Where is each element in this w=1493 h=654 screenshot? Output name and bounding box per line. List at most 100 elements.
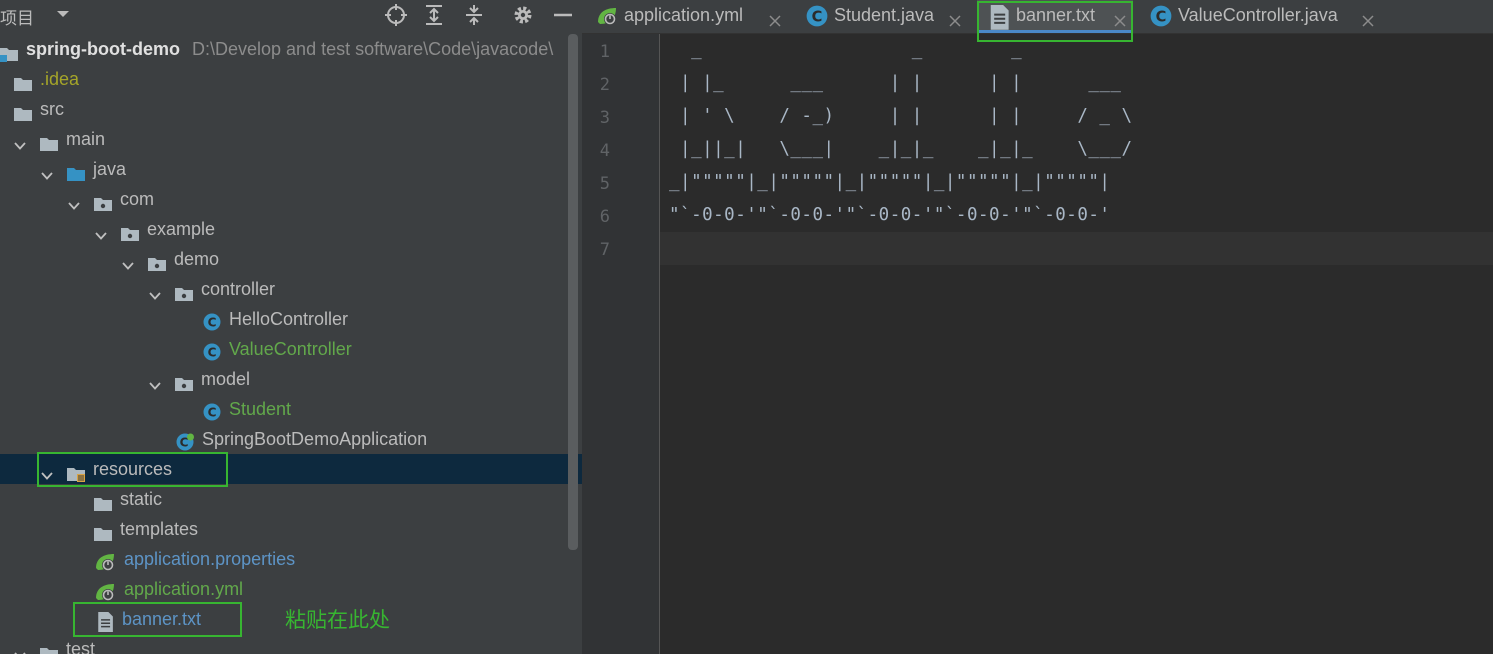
tree-item-label: java [93,159,127,179]
expand-arrow-icon[interactable] [13,132,27,150]
line-number: 4 [599,141,610,161]
folder-icon [40,641,58,654]
code-line: "`-0-0-'"`-0-0-'"`-0-0-'"`-0-0-'"`-0-0-' [669,205,1111,225]
tree-item-label: test [66,639,96,654]
tree-item-label: application.yml [124,579,244,599]
code-line: | ' \ / -_) | | | | / _ \ [669,106,1133,126]
source-folder-icon [67,161,85,181]
tab-label: ValueController.java [1178,5,1338,25]
folder-icon [94,491,112,511]
expand-arrow-icon[interactable] [67,192,81,210]
package-icon [94,191,112,211]
tree-item-application-yml[interactable]: application.yml [0,574,582,604]
tree-item-label: application.properties [124,549,296,569]
class-icon: C [806,5,828,27]
tree-item-label: static [120,489,163,509]
expand-arrow-icon[interactable] [121,252,135,270]
tab-student-java[interactable]: C Student.java [800,0,973,33]
tree-item-model[interactable]: model [0,364,582,394]
gear-icon[interactable] [511,3,535,27]
expand-arrow-icon[interactable] [148,282,162,300]
tree-item-valuecontroller[interactable]: C ValueController [0,334,582,364]
tree-item-label: model [201,369,251,389]
package-icon [175,371,193,391]
chevron-down-icon[interactable] [56,9,70,19]
tree-item-springbootdemoapplication[interactable]: C SpringBootDemoApplication [0,424,582,454]
tree-item-label: controller [201,279,276,299]
tab-valuecontroller-java[interactable]: C ValueController.java [1137,0,1374,33]
class-icon: C [203,400,221,421]
spring-boot-class-icon: C [176,430,194,451]
tree-item-label: demo [174,249,220,269]
package-icon [148,251,166,271]
line-number: 3 [599,108,610,128]
project-toolbar: 项目 [0,0,582,31]
vertical-scrollbar[interactable] [568,34,578,550]
code-editor[interactable]: _ _ _ | |_ ___ | | | | ___ | ' \ / -_) |… [660,34,1493,654]
folder-icon [94,521,112,541]
tree-item-java[interactable]: java [0,154,582,184]
tree-item-label: spring-boot-demo [26,39,180,59]
tree-item-label: templates [120,519,199,539]
folder-icon [14,101,32,121]
expand-arrow-icon[interactable] [40,162,54,180]
current-line-highlight [660,232,1493,265]
code-line: | |_ ___ | | | | ___ [669,73,1122,93]
collapse-all-icon[interactable] [462,3,486,27]
tab-application-yml[interactable]: application.yml [582,0,800,33]
tree-item-src[interactable]: src [0,94,582,124]
expand-arrow-icon[interactable] [13,642,27,654]
line-number-gutter: 1 2 3 4 5 6 7 [582,34,660,654]
banner-highlight-box [73,602,242,637]
package-icon [121,221,139,241]
tree-item-student[interactable]: C Student [0,394,582,424]
svg-text:C: C [208,316,217,330]
editor-area: application.yml C Student.java banner.txt C V… [582,0,1493,654]
code-line: _|"""""|_|"""""|_|"""""|_|"""""|_|"""""| [669,172,1111,192]
tree-item-hellocontroller[interactable]: C HelloController [0,304,582,334]
tree-item-controller[interactable]: controller [0,274,582,304]
svg-text:C: C [1156,9,1167,26]
tree-item-spring-boot-demo[interactable]: spring-boot-demo D:\Develop and test soft… [0,34,582,64]
tree-item-templates[interactable]: templates [0,514,582,544]
tree-item-main[interactable]: main [0,124,582,154]
line-number: 7 [599,240,610,260]
tree-item-label: SpringBootDemoApplication [202,429,428,449]
project-view-title[interactable]: 项目 [0,4,34,29]
tree-item-label: Student [229,399,292,419]
tree-item-test[interactable]: test [0,634,582,654]
tree-item-application-properties[interactable]: application.properties [0,544,582,574]
folder-icon [40,131,58,151]
tree-item-label: .idea [40,69,80,89]
expand-arrow-icon[interactable] [94,222,108,240]
spring-config-icon [596,5,618,27]
expand-all-icon[interactable] [422,3,446,27]
project-path: D:\Develop and test software\Code\javaco… [192,39,554,59]
class-icon: C [1150,5,1172,27]
locate-file-icon[interactable] [384,3,408,27]
tree-item-idea[interactable]: .idea [0,64,582,94]
tree-item-label: example [147,219,216,239]
project-tool-window: 项目 spring-boot-demo D:\Develop and test s… [0,0,582,654]
tab-label: application.yml [624,5,744,25]
tree-item-label: com [120,189,155,209]
folder-icon [14,71,32,91]
line-number: 1 [599,42,610,62]
tree-item-static[interactable]: static [0,484,582,514]
resources-highlight-box [37,452,228,487]
close-icon[interactable] [768,7,782,27]
spring-config-icon [94,551,116,571]
minimize-icon[interactable] [551,3,575,27]
tree-item-label: main [66,129,106,149]
tree-item-com[interactable]: com [0,184,582,214]
tree-item-label: HelloController [229,309,349,329]
tab-label: Student.java [834,5,935,25]
close-icon[interactable] [948,7,962,27]
tree-item-example[interactable]: example [0,214,582,244]
expand-arrow-icon[interactable] [148,372,162,390]
class-icon: C [203,310,221,331]
class-icon: C [203,340,221,361]
close-icon[interactable] [1361,7,1375,27]
tree-item-demo[interactable]: demo [0,244,582,274]
code-line: |_||_| \___| _|_|_ _|_|_ \___/ [669,139,1133,159]
